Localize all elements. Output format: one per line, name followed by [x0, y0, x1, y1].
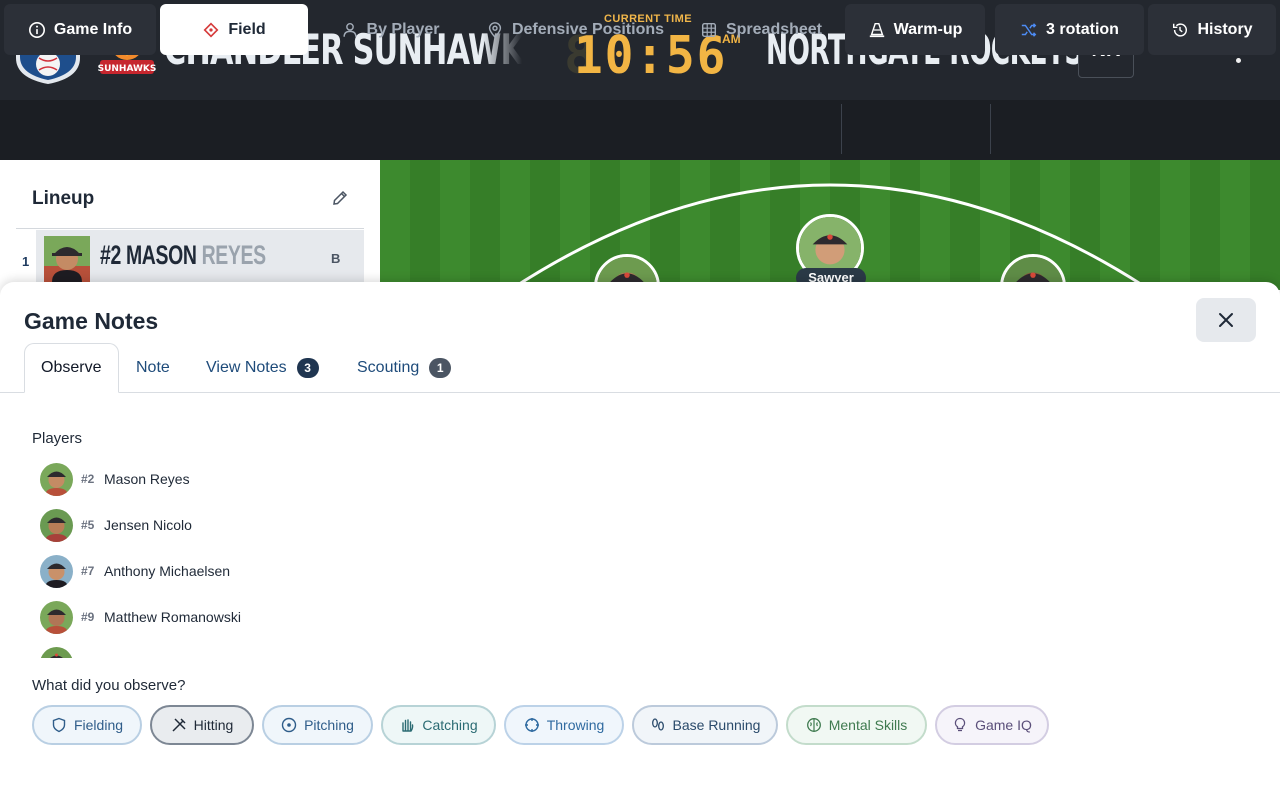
player-number: #9	[81, 610, 95, 624]
lineup-row[interactable]: #2 MASON REYES B	[36, 230, 364, 290]
category-pitching[interactable]: Pitching	[262, 705, 373, 745]
rotation-button[interactable]: 3 rotation	[995, 4, 1144, 55]
game-notes-sheet: Game Notes Observe Note View Notes 3 Sco…	[0, 282, 1280, 800]
nav-divider	[990, 104, 991, 154]
bat-icon	[172, 718, 186, 732]
map-pin-icon	[488, 21, 502, 38]
player-number: #2	[81, 472, 95, 486]
avatar	[40, 508, 73, 542]
field-icon	[203, 22, 219, 37]
shield-icon	[52, 717, 66, 733]
cone-icon	[869, 22, 884, 37]
player-photo	[44, 236, 90, 282]
main-nav	[0, 100, 1280, 160]
home-team-logo-text: SUNHAWKS	[98, 64, 156, 74]
tab-defensive-positions-label: Defensive Positions	[511, 20, 665, 38]
tab-scouting[interactable]: Scouting 1	[341, 343, 467, 393]
player-list-item[interactable]: #7 Anthony Michaelsen	[40, 554, 230, 588]
player-number: #7	[81, 564, 95, 578]
tab-note[interactable]: Note	[120, 343, 186, 393]
avatar	[40, 554, 73, 588]
close-button[interactable]	[1196, 298, 1256, 342]
tab-game-info[interactable]: Game Info	[4, 4, 156, 55]
player-name: Matthew Romanowski	[104, 609, 241, 625]
grid-icon	[701, 22, 716, 37]
history-button[interactable]: History	[1148, 4, 1276, 55]
player-name: Anthony Michaelsen	[104, 563, 231, 579]
tab-defensive-positions[interactable]: Defensive Positions	[470, 4, 680, 55]
tab-spreadsheet[interactable]: Spreadsheet	[684, 4, 838, 55]
tab-spreadsheet-label: Spreadsheet	[725, 20, 823, 38]
close-icon	[1219, 313, 1233, 327]
rotation-label: 3 rotation	[1046, 20, 1119, 38]
shuffle-icon	[1021, 22, 1037, 37]
warm-up-button[interactable]: Warm-up	[845, 4, 985, 55]
glove-icon	[402, 719, 414, 732]
tab-view-notes-label: View Notes	[206, 359, 287, 376]
player-list-item[interactable]: #9 Matthew Romanowski	[40, 600, 241, 634]
lineup-panel: Lineup 1 #2 MASON REYES B	[0, 160, 380, 290]
tab-by-player-label: By Player	[366, 20, 440, 38]
pencil-icon[interactable]	[330, 188, 350, 208]
category-catching[interactable]: Catching	[381, 705, 496, 745]
lineup-title: Lineup	[32, 188, 95, 209]
tab-observe-label: Observe	[41, 359, 102, 376]
history-label: History	[1197, 20, 1253, 38]
player-list-item[interactable]: #5 Jensen Nicolo	[40, 508, 192, 542]
scouting-count-badge: 1	[429, 358, 452, 378]
avatar	[40, 600, 73, 634]
tab-note-label: Note	[136, 359, 170, 376]
lineup-position: B	[331, 251, 341, 266]
sheet-title: Game Notes	[24, 308, 159, 334]
crosshair-icon	[524, 718, 539, 732]
category-throwing[interactable]: Throwing	[504, 705, 624, 745]
tab-scouting-label: Scouting	[357, 359, 420, 376]
tab-field[interactable]: Field	[160, 4, 308, 55]
observe-label: What did you observe?	[32, 677, 186, 694]
nav-divider	[841, 104, 842, 154]
category-mental-skills[interactable]: Mental Skills	[786, 705, 927, 745]
category-fielding[interactable]: Fielding	[32, 705, 142, 745]
batting-order-number: 1	[22, 254, 30, 269]
target-icon	[281, 717, 297, 733]
tab-view-notes[interactable]: View Notes 3	[190, 343, 335, 393]
info-icon	[28, 21, 45, 38]
tab-observe[interactable]: Observe	[24, 343, 119, 393]
player-name: Mason Reyes	[104, 471, 190, 487]
person-icon	[342, 22, 357, 37]
warm-up-label: Warm-up	[893, 20, 963, 38]
players-list[interactable]: #2 Mason Reyes #5 Jensen Nicolo #7 Antho…	[40, 458, 640, 658]
category-base-running[interactable]: Base Running	[632, 705, 778, 745]
player-list-item[interactable]	[40, 646, 73, 658]
tab-by-player[interactable]: By Player	[318, 4, 462, 55]
avatar	[40, 462, 73, 496]
view-notes-count-badge: 3	[296, 358, 319, 378]
tab-field-label: Field	[228, 20, 266, 38]
player-list-item[interactable]: #2 Mason Reyes	[40, 462, 190, 496]
category-hitting[interactable]: Hitting	[150, 705, 254, 745]
lineup-player-name: #2 MASON REYES	[100, 240, 266, 270]
avatar	[40, 646, 73, 658]
footprints-icon	[651, 718, 664, 731]
players-label: Players	[32, 430, 83, 447]
lightbulb-icon	[954, 717, 966, 732]
brain-icon	[806, 718, 821, 732]
history-icon	[1173, 22, 1188, 37]
player-name: Jensen Nicolo	[104, 517, 192, 533]
tab-game-info-label: Game Info	[53, 20, 133, 38]
category-game-iq[interactable]: Game IQ	[935, 705, 1049, 745]
player-number: #5	[81, 518, 95, 532]
